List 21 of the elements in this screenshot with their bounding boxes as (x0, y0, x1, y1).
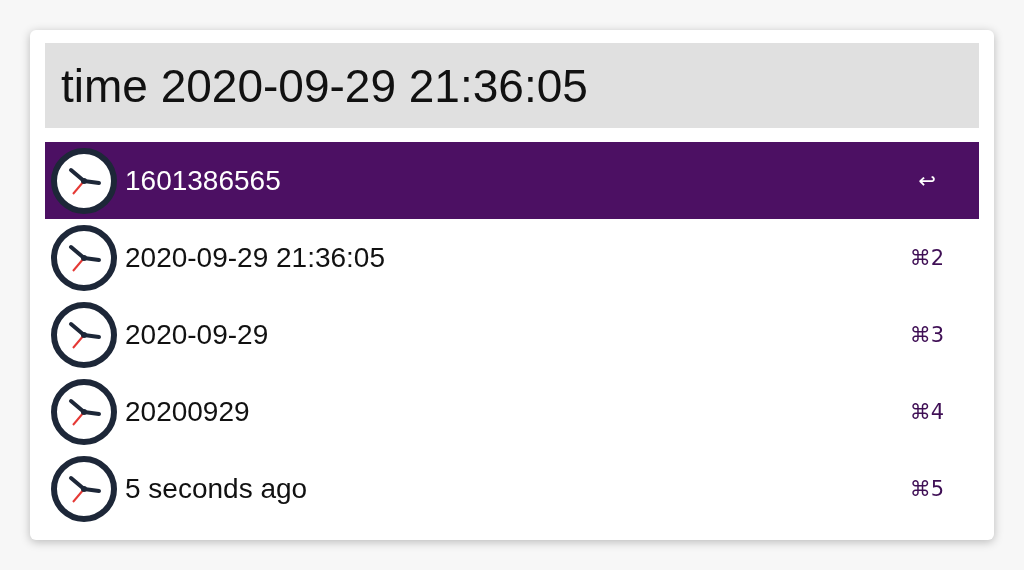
shortcut-hint: ⌘5 (908, 476, 946, 501)
result-title: 2020-09-29 21:36:05 (125, 241, 386, 274)
clock-icon (51, 147, 117, 214)
result-title: 20200929 (125, 395, 251, 428)
shortcut-hint: ⌘4 (908, 399, 946, 424)
shortcut-hint: ↩ (917, 168, 937, 193)
shortcut-hint: ⌘2 (908, 245, 946, 270)
result-item[interactable]: 2020-09-29 ⌘3 (45, 296, 979, 373)
clock-icon (51, 455, 117, 522)
result-item[interactable]: 2020-09-29 21:36:05 ⌘2 (45, 219, 979, 296)
result-title: 1601386565 (125, 164, 282, 197)
result-title: 5 seconds ago (125, 472, 309, 505)
clock-icon (51, 378, 117, 445)
shortcut-hint: ⌘3 (908, 322, 946, 347)
clock-icon (51, 301, 117, 368)
search-field[interactable]: time 2020-09-29 21:36:05 (45, 43, 979, 128)
result-title: 2020-09-29 (125, 318, 270, 351)
result-item[interactable]: 5 seconds ago ⌘5 (45, 450, 979, 527)
clock-icon (51, 224, 117, 291)
result-item[interactable]: 20200929 ⌘4 (45, 373, 979, 450)
result-item[interactable]: 1601386565 ↩ (45, 142, 979, 219)
